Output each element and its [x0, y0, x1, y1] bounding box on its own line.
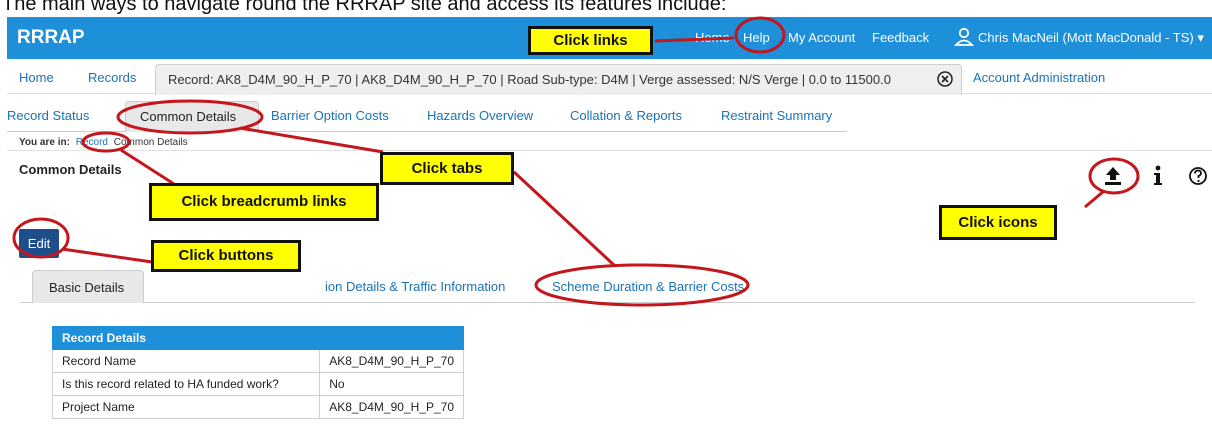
user-menu[interactable]: Chris MacNeil (Mott MacDonald - TS) ▾ [978, 30, 1204, 46]
tab-hazards-overview[interactable]: Hazards Overview [427, 108, 533, 123]
record-details-table: Record Details Record Name AK8_D4M_90_H_… [51, 326, 464, 419]
tab-basic-details[interactable]: Basic Details [32, 270, 144, 303]
table-header: Record Details [52, 326, 464, 350]
table-row: Project Name AK8_D4M_90_H_P_70 [51, 395, 464, 419]
annotation-connector [512, 170, 617, 268]
tab-record-status[interactable]: Record Status [7, 108, 89, 123]
callout-click-icons: Click icons [939, 205, 1057, 240]
breadcrumb-link-record[interactable]: Record [76, 137, 108, 148]
record-tab[interactable]: Record: AK8_D4M_90_H_P_70 | AK8_D4M_90_H… [155, 64, 962, 95]
breadcrumb: You are in: Record Common Details [19, 137, 188, 148]
top-nav-home[interactable]: Home [695, 30, 730, 45]
intro-text: The main ways to navigate round the RRRA… [2, 0, 727, 15]
callout-click-links: Click links [528, 26, 653, 55]
callout-click-buttons: Click buttons [151, 240, 301, 272]
close-icon[interactable] [936, 70, 954, 88]
tab-common-details[interactable]: Common Details [125, 101, 259, 132]
main-nav: Home Records Record: AK8_D4M_90_H_P_70 |… [7, 60, 1212, 95]
annotation-connector [61, 247, 153, 264]
tab-common-details-label: Common Details [140, 109, 237, 124]
tab-barrier-option-costs[interactable]: Barrier Option Costs [271, 108, 389, 123]
callout-click-breadcrumb-links: Click breadcrumb links [149, 183, 379, 221]
top-nav-my-account[interactable]: My Account [788, 30, 855, 45]
row-value: AK8_D4M_90_H_P_70 [319, 349, 464, 373]
tab-collation-reports[interactable]: Collation & Reports [570, 108, 682, 123]
nav-records[interactable]: Records [88, 70, 136, 85]
content-tabs: Basic Details ion Details & Traffic Info… [20, 270, 1195, 303]
table-header-row: Record Details [52, 326, 464, 350]
tab-restraint-summary[interactable]: Restraint Summary [721, 108, 832, 123]
nav-account-administration[interactable]: Account Administration [973, 70, 1105, 85]
divider [7, 150, 1212, 151]
row-value: No [319, 372, 464, 396]
top-nav-feedback[interactable]: Feedback [872, 30, 929, 45]
record-tab-label: Record: AK8_D4M_90_H_P_70 | AK8_D4M_90_H… [168, 72, 891, 87]
row-label: Is this record related to HA funded work… [51, 372, 321, 396]
tab-basic-details-label: Basic Details [49, 280, 125, 295]
page-title: Common Details [19, 162, 122, 177]
annotation-connector [1084, 189, 1105, 209]
info-icon[interactable] [1145, 163, 1171, 189]
nav-home[interactable]: Home [19, 70, 54, 85]
row-label: Record Name [51, 349, 321, 373]
edit-button[interactable]: Edit [19, 229, 59, 258]
sub-tabs: Record Status Common Details Barrier Opt… [7, 100, 847, 132]
help-icon[interactable] [1185, 163, 1211, 189]
top-nav-help[interactable]: Help [743, 30, 770, 45]
breadcrumb-prefix: You are in: [19, 137, 70, 148]
callout-click-tabs: Click tabs [380, 152, 514, 185]
annotation-connector [120, 148, 175, 186]
breadcrumb-current: Common Details [113, 137, 188, 148]
tab-location-traffic[interactable]: ion Details & Traffic Information [325, 279, 505, 294]
brand-logo[interactable]: RRRAP [17, 27, 85, 49]
table-row: Record Name AK8_D4M_90_H_P_70 [51, 349, 464, 373]
table-row: Is this record related to HA funded work… [51, 372, 464, 396]
upload-icon[interactable] [1100, 163, 1126, 189]
tab-scheme-duration[interactable]: Scheme Duration & Barrier Costs [552, 279, 744, 294]
row-value: AK8_D4M_90_H_P_70 [319, 395, 464, 419]
row-label: Project Name [51, 395, 321, 419]
user-icon[interactable] [954, 27, 974, 47]
